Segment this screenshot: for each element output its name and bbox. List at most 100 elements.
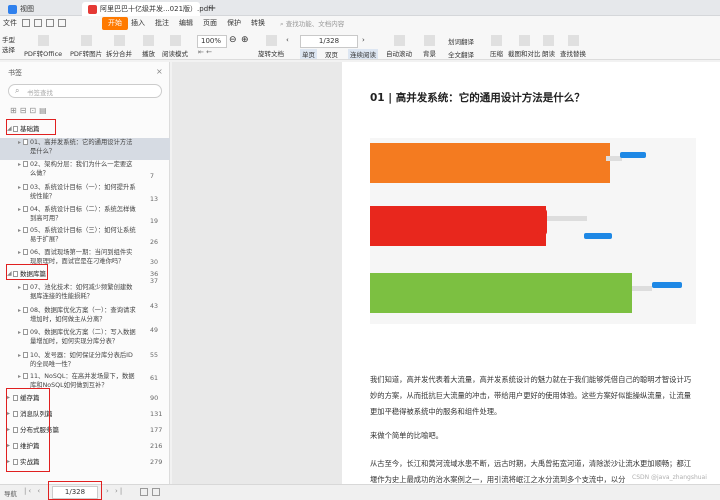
pdf-to-image-button[interactable]: PDF转图片 (70, 35, 102, 58)
menu-bar: 文件 开始 插入 批注 编辑 页面 保护 转换 ⌕ 查找功能、文档内容 (0, 16, 720, 32)
add-bookmark-icon[interactable]: ⊞ (10, 106, 20, 115)
bookmark-entry-page: 55 (150, 352, 159, 359)
play-button[interactable]: 播放 (142, 35, 155, 58)
background-button[interactable]: 背景 (423, 35, 436, 58)
bookmark-entry-page: 49 (150, 327, 159, 334)
pdf-convert-icon (37, 35, 49, 46)
menu-insert[interactable]: 插入 (128, 17, 148, 30)
double-page-button[interactable]: 双页 (325, 49, 338, 59)
compress-label: 压缩 (490, 50, 503, 58)
bookmark-icon (23, 227, 28, 233)
fit-page-icon[interactable] (140, 488, 148, 496)
expand-arrow-icon: ▸ (18, 161, 22, 168)
green-paint-stroke (370, 273, 632, 313)
status-bar: 导航 |‹ ‹ 1/328 › ›| (0, 481, 720, 500)
bookmark-section-page: 279 (150, 458, 163, 466)
next-page-icon[interactable]: › (362, 36, 365, 44)
zoom-select[interactable]: 100% (197, 35, 227, 48)
menu-edit[interactable]: 编辑 (176, 17, 196, 30)
expand-arrow-icon: ▸ (18, 184, 22, 191)
tool-mode-group: 手型 选择 (2, 35, 15, 55)
roller-arm (632, 286, 652, 291)
tab-home-label: 视图 (20, 5, 34, 13)
select-tool[interactable]: 选择 (2, 45, 15, 55)
expand-arrow-icon: ▸ (18, 284, 22, 291)
blue-handle (584, 233, 612, 239)
menu-convert[interactable]: 转换 (248, 17, 268, 30)
menu-file[interactable]: 文件 (0, 17, 20, 30)
first-prev-page-icons[interactable]: |‹ ‹ (24, 487, 42, 495)
menu-page[interactable]: 页面 (200, 17, 220, 30)
highlight-box (6, 264, 48, 280)
bookmark-search-input[interactable]: ⌕ 书签查找 (8, 84, 162, 98)
find-replace-label: 查找替换 (560, 50, 586, 58)
menu-start[interactable]: 开始 (102, 17, 128, 30)
bookmark-icon (23, 249, 28, 255)
undo-icon[interactable] (46, 19, 54, 27)
watermark: CSDN @java_zhangshuai (632, 474, 707, 481)
rotate-button[interactable]: 旋转文档 (258, 35, 284, 58)
rotate-icon (265, 35, 277, 46)
bookmark-entry-page: 19 (150, 218, 159, 225)
bookmark-entry-label: 10、发号器：如何保证分库分表后ID的全局唯一性？ (30, 352, 133, 368)
bookmark-icon (23, 284, 28, 290)
compress-button[interactable]: 压缩 (490, 35, 503, 58)
function-search-placeholder: 查找功能、文档内容 (285, 20, 345, 28)
highlight-box (48, 481, 102, 500)
new-tab-button[interactable]: + (202, 2, 222, 16)
close-panel-icon[interactable]: × (156, 67, 163, 76)
search-icon: ⌕ (280, 20, 284, 28)
print-icon[interactable] (34, 19, 42, 27)
zoom-in-icon[interactable]: ⊕ (241, 35, 249, 45)
find-replace-button[interactable]: 查找替换 (560, 35, 586, 58)
next-last-page-icons[interactable]: › ›| (106, 487, 124, 495)
screenshot-compare-button[interactable]: 截图和对比 (508, 35, 541, 58)
page-number-input[interactable]: 1/328 (300, 35, 358, 48)
background-label: 背景 (423, 50, 436, 58)
read-mode-button[interactable]: 阅读模式 (162, 35, 188, 58)
tab-document[interactable]: 阿里巴巴十亿级并发...021版）.pdf (82, 2, 211, 16)
delete-bookmark-icon[interactable]: ⊟ (20, 106, 30, 115)
bookmark-entry[interactable]: ▸ 01、高并发系统：它的通用设计方法是什么？ (0, 138, 170, 160)
read-aloud-label: 朗读 (542, 50, 555, 58)
open-icon[interactable] (22, 19, 30, 27)
expand-all-icon[interactable]: ⊡ (29, 106, 39, 115)
bookmark-entry-label: 07、池化技术：如何减少频繁创建数据库连接的性能损耗？ (30, 284, 133, 300)
menu-protect[interactable]: 保护 (224, 17, 244, 30)
prev-page-icon[interactable]: ‹ (286, 36, 289, 44)
menu-comment[interactable]: 批注 (152, 17, 172, 30)
auto-scroll-button[interactable]: 自动滚动 (386, 35, 412, 58)
bookmark-icon (23, 139, 28, 145)
body-paragraph: 来做个简单的比喻吧。 (370, 431, 443, 440)
tab-document-label: 阿里巴巴十亿级并发...021版）.pdf (100, 5, 211, 13)
hand-tool[interactable]: 手型 (2, 35, 15, 45)
blue-handle (620, 152, 646, 158)
page-nav-arrows[interactable]: ⇤ ← (198, 48, 212, 56)
split-merge-button[interactable]: 拆分合并 (106, 35, 132, 58)
function-search[interactable]: ⌕ 查找功能、文档内容 (280, 18, 370, 30)
collapse-all-icon[interactable]: ▤ (39, 106, 50, 115)
pdf-to-office-button[interactable]: PDF转Office (24, 35, 62, 58)
read-aloud-button[interactable]: 朗读 (542, 35, 555, 58)
expand-arrow-icon: ▸ (18, 227, 22, 234)
navigation-label[interactable]: 导航 (4, 488, 17, 498)
single-page-button[interactable]: 单页 (300, 49, 317, 59)
expand-arrow-icon: ▸ (18, 373, 22, 380)
bookmark-entry-page: 61 (150, 375, 159, 382)
image-icon (80, 35, 92, 46)
bookmark-section-page: 90 (150, 394, 159, 402)
word-translate-button[interactable]: 划词翻译 (448, 36, 474, 46)
full-translate-button[interactable]: 全文翻译 (448, 49, 474, 59)
quick-access-icons (22, 19, 82, 29)
bookmark-entry-page: 13 (150, 196, 159, 203)
expand-arrow-icon: ▸ (18, 206, 22, 213)
bookmark-section-page: 177 (150, 426, 163, 434)
bookmark-panel: 书签 × ⌕ 书签查找 ⊞⊟⊡▤ ◢ 基础篇 ▸ 01、高并发系统：它的通用设计方法… (0, 62, 170, 484)
redo-icon[interactable] (58, 19, 66, 27)
bookmark-search-placeholder: 书签查找 (27, 89, 53, 97)
fit-width-icon[interactable] (152, 488, 160, 496)
tab-home[interactable]: 视图 (2, 2, 40, 16)
zoom-out-icon[interactable]: ⊖ (229, 35, 237, 45)
continuous-read-button[interactable]: 连续阅读 (348, 49, 378, 59)
bookmark-entry-label: 04、系统设计目标（二）：系统怎样做到高可用？ (30, 206, 136, 222)
